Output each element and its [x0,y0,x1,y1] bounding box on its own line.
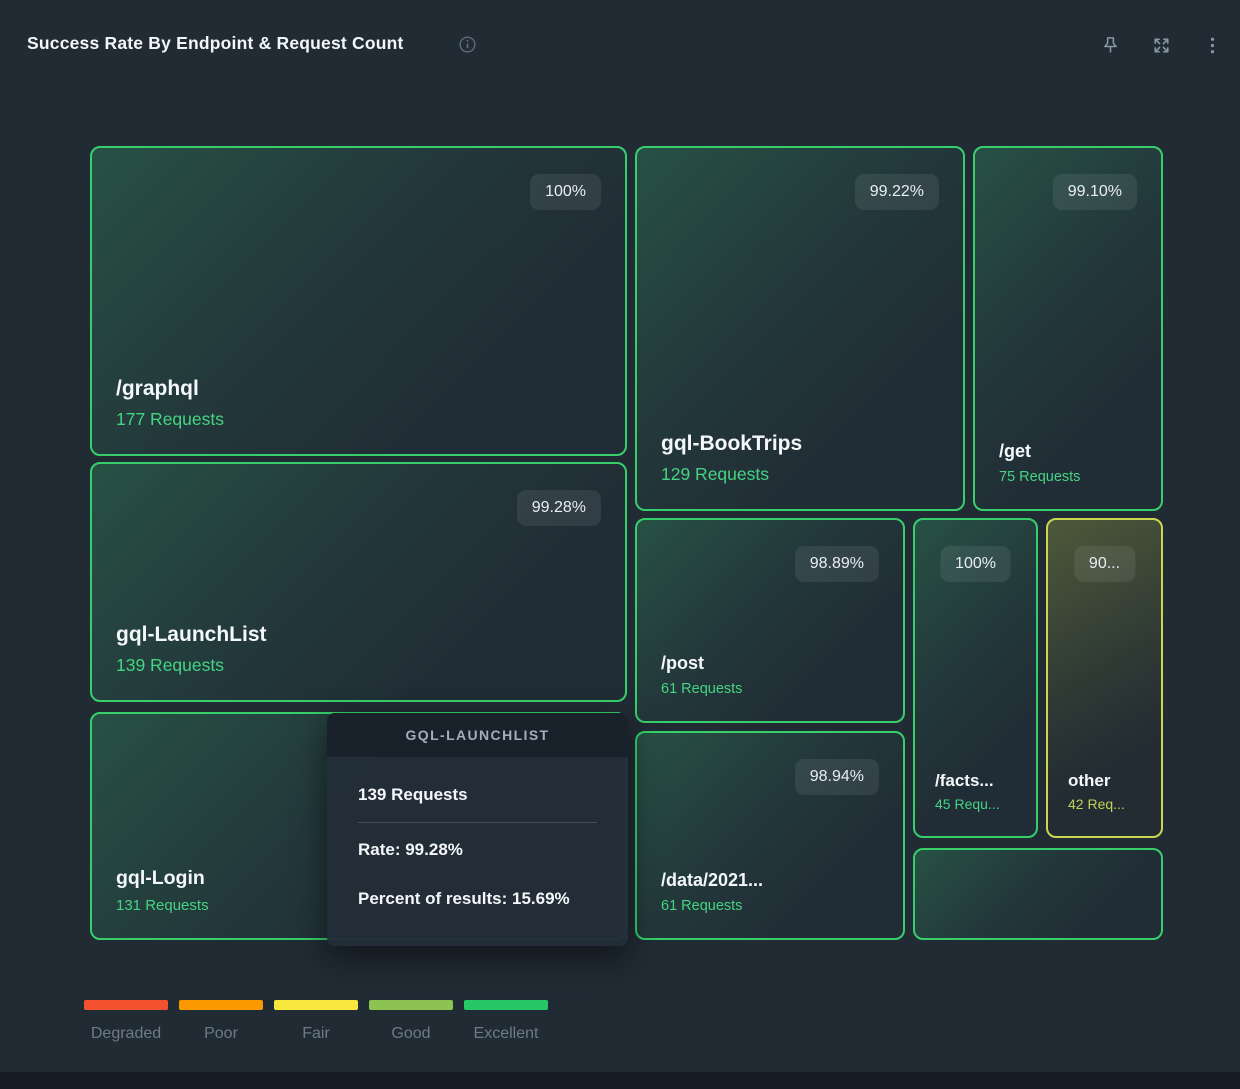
success-rate-badge: 100% [940,546,1011,582]
request-count-label: 61 Requests [661,898,879,914]
tooltip-divider [358,822,597,823]
legend-label: Fair [274,1025,358,1043]
success-rate-badge: 98.94% [795,759,879,795]
legend-swatch-excellent [464,1000,548,1010]
success-rate-badge: 90... [1074,546,1135,582]
pin-icon[interactable] [1099,34,1122,57]
tooltip-body: 139 Requests Rate: 99.28% Percent of res… [327,757,628,909]
legend-swatch-fair [274,1000,358,1010]
legend-item-good[interactable]: Good [369,1000,453,1043]
success-rate-badge: 99.22% [855,174,939,210]
legend-item-poor[interactable]: Poor [179,1000,263,1043]
treemap-tile-post[interactable]: 98.89% /post 61 Requests [635,518,905,723]
treemap-tile-get[interactable]: 99.10% /get 75 Requests [973,146,1163,511]
endpoint-label: /graphql [116,376,601,402]
request-count-label: 42 Req... [1068,796,1145,812]
endpoint-label: gql-BookTrips [661,431,939,457]
tooltip-percent-of-results: Percent of results: 15.69% [358,889,597,909]
tooltip-title: GQL-LAUNCHLIST [327,713,628,757]
request-count-label: 129 Requests [661,464,939,485]
treemap-tile-other[interactable]: 90... other 42 Req... [1046,518,1163,838]
legend-item-excellent[interactable]: Excellent [464,1000,548,1043]
tooltip-request-count: 139 Requests [358,785,597,805]
tooltip-rate: Rate: 99.28% [358,840,597,860]
page-bottom-strip [0,1072,1240,1089]
legend-item-fair[interactable]: Fair [274,1000,358,1043]
panel-header: Success Rate By Endpoint & Request Count [0,0,1240,70]
legend-swatch-poor [179,1000,263,1010]
treemap-tile-data-2021[interactable]: 98.94% /data/2021... 61 Requests [635,731,905,940]
endpoint-label: /data/2021... [661,869,879,892]
endpoint-label: /post [661,652,879,675]
treemap-tile-gql-launchlist[interactable]: 99.28% gql-LaunchList 139 Requests [90,462,627,702]
treemap-tile-facts[interactable]: 100% /facts... 45 Requ... [913,518,1038,838]
endpoint-label: /get [999,440,1137,463]
request-count-label: 139 Requests [116,655,601,676]
endpoint-label: gql-LaunchList [116,622,601,648]
legend-item-degraded[interactable]: Degraded [84,1000,168,1043]
expand-icon[interactable] [1150,34,1173,57]
kebab-menu-icon[interactable] [1201,34,1224,57]
legend-label: Excellent [464,1025,548,1043]
endpoint-label: other [1068,770,1145,791]
legend-label: Good [369,1025,453,1043]
request-count-label: 75 Requests [999,469,1137,485]
legend-swatch-degraded [84,1000,168,1010]
chart-legend: Degraded Poor Fair Good Excellent [84,1000,548,1043]
success-rate-badge: 99.28% [517,490,601,526]
request-count-label: 177 Requests [116,409,601,430]
success-rate-badge: 99.10% [1053,174,1137,210]
treemap-tile-gql-booktrips[interactable]: 99.22% gql-BookTrips 129 Requests [635,146,965,511]
success-rate-badge: 98.89% [795,546,879,582]
legend-label: Poor [179,1025,263,1043]
request-count-label: 45 Requ... [935,796,1020,812]
endpoint-label: /facts... [935,770,1020,791]
treemap-tile-unlabeled[interactable] [913,848,1163,940]
panel-title: Success Rate By Endpoint & Request Count [27,33,404,54]
info-icon[interactable] [457,34,478,55]
legend-label: Degraded [84,1025,168,1043]
legend-swatch-good [369,1000,453,1010]
request-count-label: 61 Requests [661,681,879,697]
panel-actions [1099,34,1224,57]
treemap-tile-graphql[interactable]: 100% /graphql 177 Requests [90,146,627,456]
tooltip: GQL-LAUNCHLIST 139 Requests Rate: 99.28%… [327,713,628,946]
success-rate-badge: 100% [530,174,601,210]
